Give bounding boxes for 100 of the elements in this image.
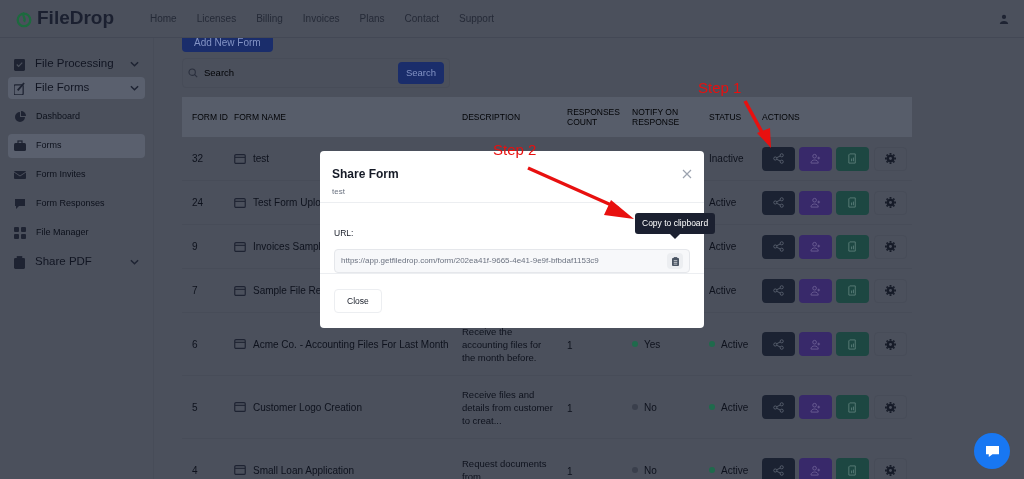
- invite-button[interactable]: [799, 332, 832, 356]
- sidebar-item[interactable]: Dashboard: [8, 105, 145, 129]
- close-button[interactable]: [682, 169, 692, 179]
- settings-icon: [885, 285, 896, 296]
- close-dialog-button[interactable]: Close: [334, 289, 382, 313]
- settings-icon: [885, 401, 896, 413]
- sidebar-group[interactable]: File Forms: [8, 77, 145, 99]
- sidebar-item[interactable]: Form Invites: [8, 163, 145, 187]
- document-icon: [847, 197, 858, 208]
- table-cell-text: test: [253, 152, 270, 166]
- search-bar[interactable]: Search Search: [182, 58, 450, 88]
- search-field[interactable]: Search: [204, 65, 354, 81]
- close-icon: [682, 169, 692, 179]
- url-field[interactable]: https://app.getfiledrop.com/form/202ea41f-9665-4e41-9e9f-bfbdaf1153c9: [334, 249, 690, 273]
- settings-button[interactable]: [874, 332, 907, 356]
- chevron-down-icon: [130, 259, 139, 265]
- document-icon: [847, 153, 858, 164]
- responses-button[interactable]: [836, 332, 869, 356]
- share-icon: [773, 338, 784, 350]
- responses-button[interactable]: [836, 234, 869, 259]
- invite-button[interactable]: [799, 278, 832, 303]
- form-icon: [234, 153, 246, 164]
- share-button[interactable]: [762, 146, 795, 171]
- table-cell-text: 9: [192, 240, 199, 254]
- settings-button[interactable]: [874, 278, 907, 303]
- document-icon: [847, 464, 858, 476]
- settings-button[interactable]: [874, 395, 907, 419]
- sidebar-item[interactable]: Form Responses: [8, 192, 145, 216]
- invite-button[interactable]: [799, 234, 832, 259]
- settings-button[interactable]: [874, 146, 907, 171]
- settings-icon: [885, 464, 896, 476]
- settings-icon: [885, 197, 896, 208]
- share-icon: [773, 285, 784, 296]
- user-plus-icon: [810, 401, 821, 413]
- table-cell-text: Active: [721, 337, 749, 352]
- user-plus-icon: [810, 285, 821, 296]
- form-icon: [234, 465, 246, 475]
- share-button[interactable]: [762, 395, 795, 419]
- chat-icon: [984, 444, 1000, 458]
- table-cell-text: Active: [721, 463, 749, 478]
- table-cell-text: Active: [709, 240, 737, 254]
- dialog-subtitle: test: [332, 186, 346, 198]
- responses-button[interactable]: [836, 146, 869, 171]
- grid-icon: [14, 227, 26, 239]
- sidebar-item[interactable]: Forms: [8, 134, 145, 158]
- responses-button[interactable]: [836, 278, 869, 303]
- table-cell-text: Invoices Sampl: [253, 240, 321, 254]
- settings-button[interactable]: [874, 190, 907, 215]
- search-icon: [188, 68, 198, 78]
- table-cell-text: Yes: [644, 337, 661, 352]
- url-label: URL:: [334, 227, 354, 240]
- responses-button[interactable]: [836, 458, 869, 479]
- pie-chart-icon: [14, 111, 26, 123]
- share-button[interactable]: [762, 278, 795, 303]
- invite-button[interactable]: [799, 190, 832, 215]
- user-plus-icon: [810, 241, 821, 252]
- invite-button[interactable]: [799, 458, 832, 479]
- form-icon: [234, 402, 246, 412]
- sidebar-item[interactable]: File Manager: [8, 221, 145, 245]
- annotation-label: Step 1: [698, 78, 742, 98]
- add-form-button[interactable]: Add New Form: [182, 38, 273, 52]
- responses-button[interactable]: [836, 395, 869, 419]
- table-cell-text: No: [644, 463, 657, 478]
- sidebar-group[interactable]: Share PDF: [8, 251, 145, 273]
- document-icon: [847, 285, 858, 296]
- user-icon[interactable]: [999, 13, 1009, 24]
- form-icon: [234, 241, 246, 252]
- search-button[interactable]: Search: [397, 62, 444, 84]
- table-cell-text: 5: [192, 400, 199, 415]
- table-cell-text: Active: [709, 196, 737, 210]
- table-cell-text: Acme Co. - Accounting Files For Last Month: [253, 337, 449, 352]
- settings-icon: [885, 241, 896, 252]
- table-cell-text: 4: [192, 463, 199, 478]
- chat-icon: [14, 198, 26, 210]
- share-button[interactable]: [762, 190, 795, 215]
- share-icon: [773, 401, 784, 413]
- invite-button[interactable]: [799, 146, 832, 171]
- sidebar-group[interactable]: File Processing: [8, 53, 145, 75]
- tooltip: Copy to clipboard: [635, 213, 716, 239]
- form-icon: [234, 339, 246, 349]
- user-plus-icon: [810, 338, 821, 350]
- form-icon: [234, 285, 246, 296]
- document-icon: [847, 241, 858, 252]
- table-cell-text: Test Form Uplo: [253, 196, 321, 210]
- chevron-down-icon: [130, 61, 139, 67]
- document-icon: [14, 255, 25, 269]
- settings-button[interactable]: [874, 458, 907, 479]
- share-button[interactable]: [762, 458, 795, 479]
- share-button[interactable]: [762, 332, 795, 356]
- column-header: NOTIFY ON RESPONSE: [632, 107, 681, 127]
- user-plus-icon: [810, 153, 821, 164]
- settings-button[interactable]: [874, 234, 907, 259]
- settings-icon: [885, 153, 896, 164]
- invite-button[interactable]: [799, 395, 832, 419]
- column-header: DESCRIPTION: [462, 112, 522, 122]
- dialog-title: Share Form: [332, 166, 399, 183]
- chat-button[interactable]: [974, 433, 1010, 469]
- share-button[interactable]: [762, 234, 795, 259]
- responses-button[interactable]: [836, 190, 869, 215]
- copy-button[interactable]: [667, 253, 683, 269]
